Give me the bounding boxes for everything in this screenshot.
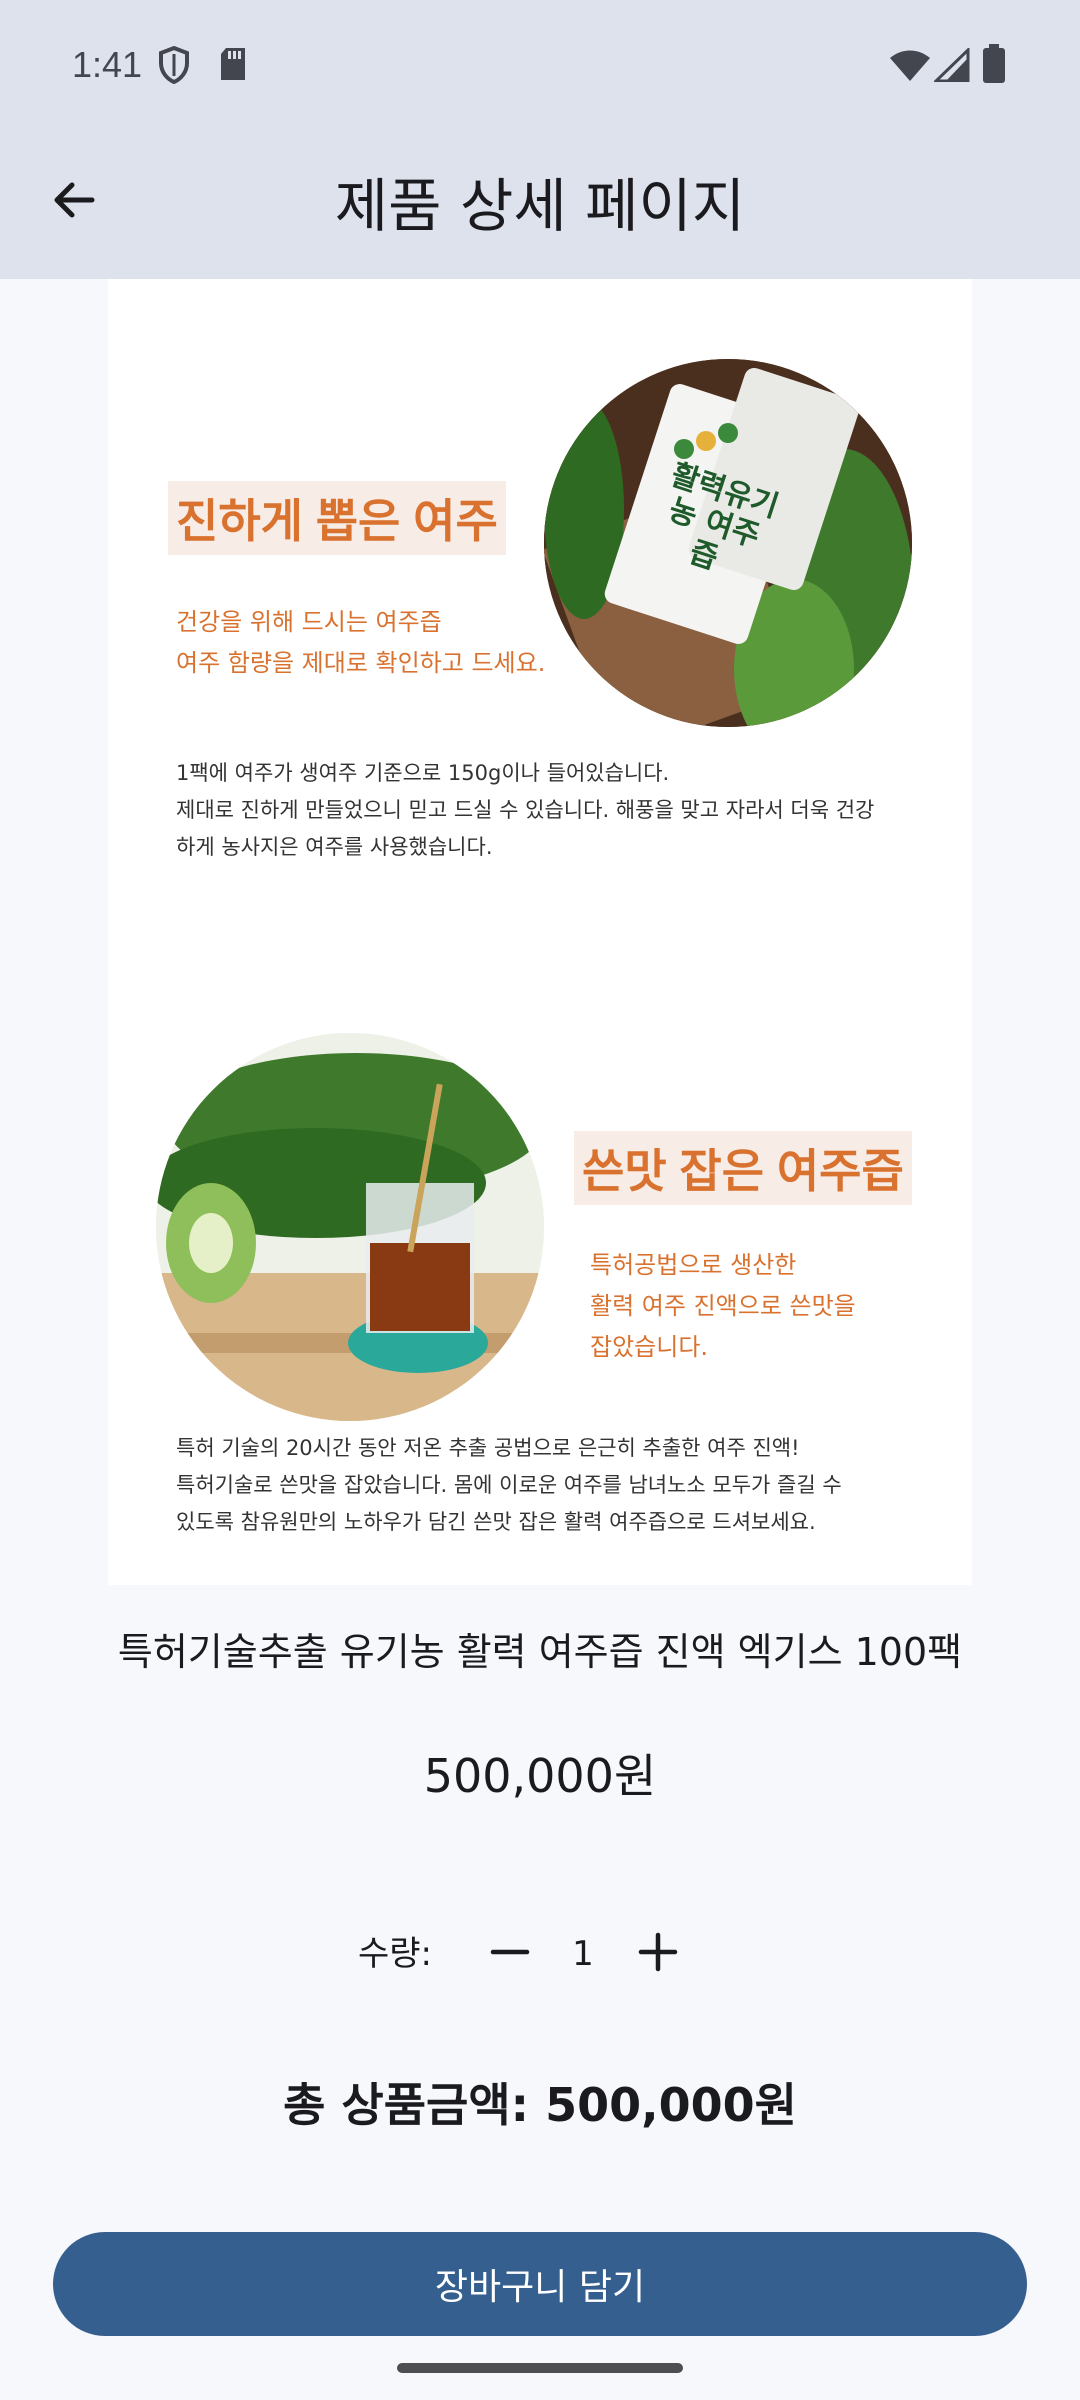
quantity-stepper: 수량: 1 (0, 1924, 1080, 1984)
section1-body: 1팩에 여주가 생여주 기준으로 150g이나 들어있습니다. 제대로 진하게 … (176, 755, 874, 866)
decrease-quantity-button[interactable] (480, 1924, 540, 1984)
total-price: 총 상품금액: 500,000원 (283, 2078, 797, 2132)
increase-quantity-button[interactable] (628, 1924, 688, 1984)
section1-title: 진하게 뽑은 여주 (168, 481, 506, 555)
section1-subtitle: 건강을 위해 드시는 여주즙 여주 함량을 제대로 확인하고 드세요. (176, 602, 545, 684)
section1-body-line: 하게 농사지은 여주를 사용했습니다. (176, 835, 493, 859)
product-price: 500,000원 (423, 1749, 657, 1803)
quantity-label: 수량: (358, 1934, 433, 1974)
section2-subtitle-line: 활력 여주 진액으로 쓴맛을 (590, 1292, 856, 1320)
status-time: 1:41 (72, 44, 143, 85)
section2-body-line: 특허기술로 쓴맛을 잡았습니다. 몸에 이로운 여주를 남녀노소 모두가 즐길 … (176, 1473, 842, 1497)
quantity-value: 1 (572, 1934, 594, 1974)
page-title: 제품 상세 페이지 (334, 172, 746, 240)
section2-subtitle-line: 잡았습니다. (590, 1333, 709, 1361)
product-name: 특허기술추출 유기농 활력 여주즙 진액 엑기스 100팩 (117, 1630, 963, 1674)
section2-subtitle: 특허공법으로 생산한 활력 여주 진액으로 쓴맛을 잡았습니다. (590, 1245, 856, 1368)
section1-body-line: 제대로 진하게 만들었으니 믿고 드실 수 있습니다. 해풍을 맞고 자라서 더… (176, 798, 875, 822)
minus-icon (490, 1932, 530, 1976)
plus-icon (638, 1932, 678, 1976)
section1-subtitle-line: 여주 함량을 제대로 확인하고 드세요. (176, 649, 546, 677)
shield-icon (158, 45, 190, 88)
add-to-cart-button[interactable]: 장바구니 담기 (53, 2232, 1027, 2336)
top-bar: 1:41 제품 상세 페이지 (0, 0, 1080, 279)
wifi-icon (888, 48, 932, 86)
sd-card-icon (218, 46, 248, 86)
section1-subtitle-line: 건강을 위해 드시는 여주즙 (176, 608, 442, 636)
section2-body: 특허 기술의 20시간 동안 저온 추출 공법으로 은근히 추출한 여주 진액!… (176, 1430, 842, 1541)
section2-body-line: 있도록 참유원만의 노하우가 담긴 쓴맛 잡은 활력 여주즙으로 드셔보세요. (176, 1510, 816, 1534)
battery-icon (982, 44, 1006, 88)
juice-photo (156, 1033, 544, 1421)
section2-body-line: 특허 기술의 20시간 동안 저온 추출 공법으로 은근히 추출한 여주 진액! (176, 1436, 800, 1460)
section2-subtitle-line: 특허공법으로 생산한 (590, 1251, 797, 1279)
section2-title: 쓴맛 잡은 여주즙 (574, 1131, 912, 1205)
status-bar: 1:41 (0, 0, 1080, 132)
home-indicator[interactable] (397, 2363, 683, 2373)
signal-icon (932, 46, 970, 86)
section1-body-line: 1팩에 여주가 생여주 기준으로 150g이나 들어있습니다. (176, 761, 670, 785)
product-detail-image: 진하게 뽑은 여주 건강을 위해 드시는 여주즙 여주 함량을 제대로 확인하고… (108, 279, 972, 1585)
